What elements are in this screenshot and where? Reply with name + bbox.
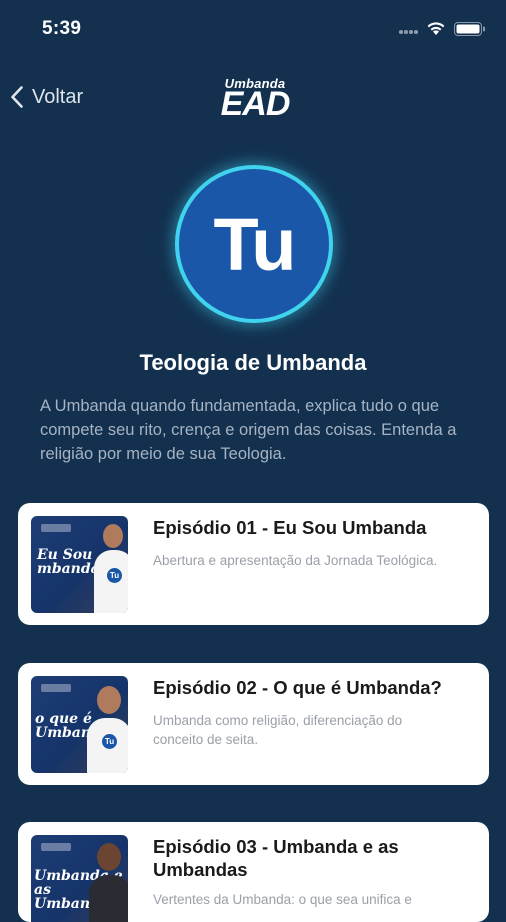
episode-thumbnail: Eu Sou mbanda Tu [31, 516, 128, 613]
episode-description: Umbanda como religião, diferenciação do … [153, 713, 403, 747]
episode-description: Abertura e apresentação da Jornada Teoló… [153, 553, 438, 568]
nav-bar: Voltar Umbanda EAD [0, 72, 506, 122]
episode-thumbnail: o que é Umbanda? Tu [31, 676, 128, 773]
battery-icon [454, 22, 485, 36]
episode-thumbnail: Umbanda e as Umbandas [31, 835, 128, 922]
episode-title: Episódio 01 - Eu Sou Umbanda [153, 517, 427, 538]
episode-title: Episódio 02 - O que é Umbanda? [153, 677, 442, 698]
logo-main-text: EAD [220, 85, 291, 123]
course-title: Teologia de Umbanda [139, 350, 367, 375]
umbanda-ead-logo: Umbanda EAD [212, 76, 298, 122]
episode-card-3[interactable]: Umbanda e as Umbandas Episódio 03 - Umban… [18, 822, 489, 922]
course-description: A Umbanda quando fundamentada, explica t… [40, 397, 457, 463]
course-badge: Tu [175, 165, 333, 323]
episode-card-2[interactable]: o que é Umbanda? Tu Episódio 02 - O que é… [18, 663, 489, 785]
episode-card-1[interactable]: Eu Sou mbanda Tu Episódio 01 - Eu Sou Umb… [18, 503, 489, 625]
course-badge-text: Tu [213, 202, 297, 286]
signal-dots-icon [399, 30, 421, 34]
chevron-left-icon [11, 86, 23, 108]
episode-title: Episódio 03 - Umbanda e as Umbandas [153, 836, 399, 880]
status-bar: 5:39 [0, 0, 506, 60]
back-button[interactable]: Voltar [10, 82, 83, 112]
back-label: Voltar [32, 85, 84, 108]
status-time: 5:39 [42, 18, 82, 39]
wifi-icon [427, 22, 445, 35]
